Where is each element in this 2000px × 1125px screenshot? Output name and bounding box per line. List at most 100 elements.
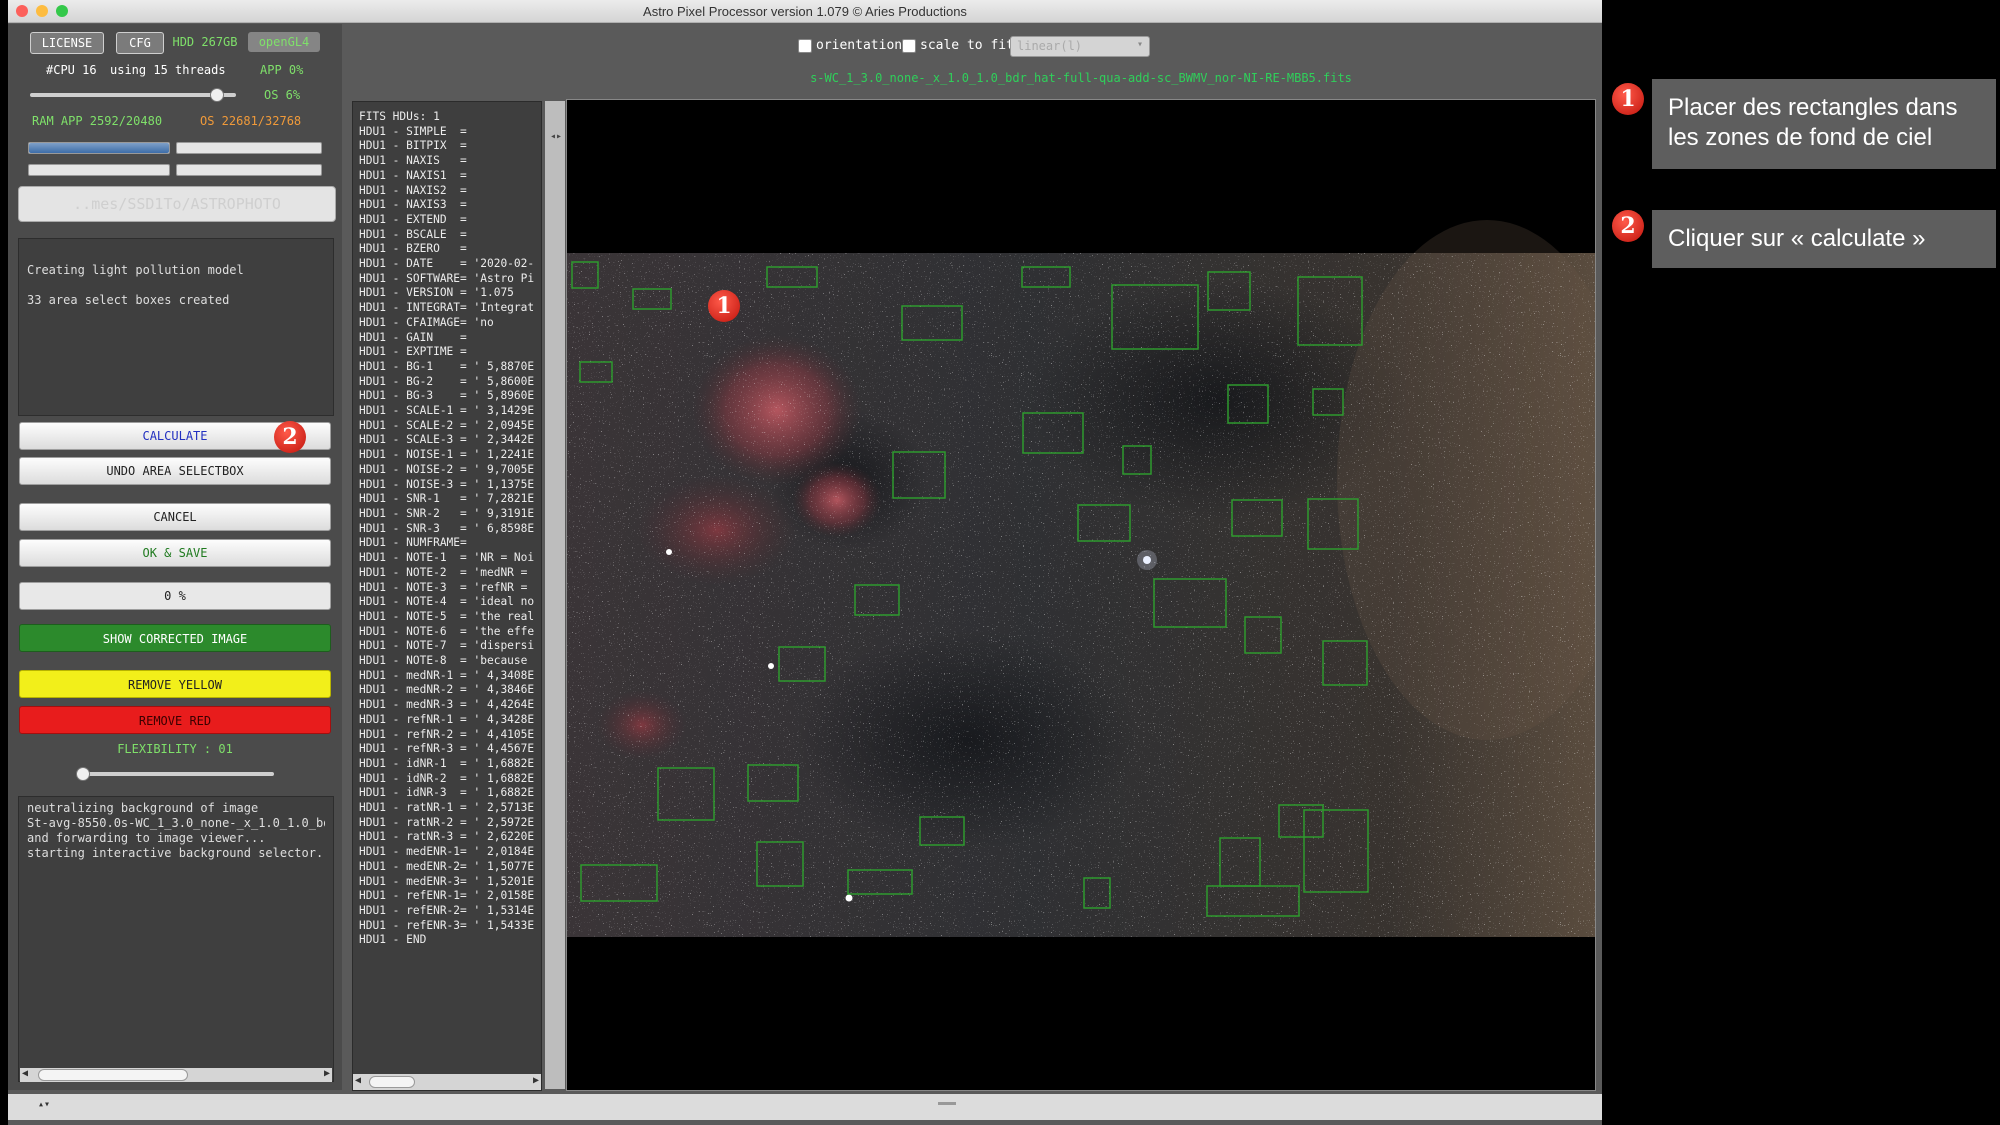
orientation-label: orientation [816, 38, 903, 53]
thread-slider-handle[interactable] [210, 88, 224, 102]
fits-header-line: HDU1 - idNR-3 = ' 1,6882E [359, 786, 535, 800]
fits-header-line: HDU1 - refNR-3 = ' 4,4567E [359, 742, 535, 756]
scroll-right-icon[interactable]: ▶ [533, 1075, 539, 1086]
remove-yellow-button[interactable]: REMOVE YELLOW [19, 670, 331, 698]
cpu-app-bar [28, 164, 170, 176]
log-line: starting interactive background selector… [27, 846, 325, 860]
fits-header-line: HDU1 - DATE = '2020-02- [359, 257, 535, 271]
fits-header-line: HDU1 - medENR-2= ' 1,5077E [359, 859, 535, 873]
stretch-value: linear(l) [1017, 39, 1083, 53]
fits-header-line: HDU1 - ratNR-3 = ' 2,6220E [359, 830, 535, 844]
fits-header-line: HDU1 - NAXIS2 = [359, 183, 467, 197]
panel-splitter[interactable]: ◂▸ [545, 101, 565, 1089]
resize-handle-icon[interactable]: ▴▾ [38, 1099, 50, 1110]
undo-area-selectbox-button[interactable]: UNDO AREA SELECTBOX [19, 457, 331, 485]
fits-header-line: HDU1 - EXPTIME = [359, 345, 467, 359]
image-filename: s-WC_1_3.0_none-_x_1.0_1.0_bdr_hat-full-… [810, 71, 1352, 85]
callout-badge-2: 2 [1612, 210, 1644, 242]
status-bar: ▴▾ [8, 1094, 1602, 1120]
fits-header-line: HDU1 - SCALE-2 = ' 2,0945E [359, 418, 535, 432]
thread-count: using 15 threads [110, 63, 226, 77]
show-corrected-image-button[interactable]: SHOW CORRECTED IMAGE [19, 624, 331, 652]
fits-header-line: HDU1 - ratNR-1 = ' 2,5713E [359, 801, 535, 815]
remove-red-button[interactable]: REMOVE RED [19, 706, 331, 734]
callout-badge-1: 1 [1612, 83, 1644, 115]
working-directory-field[interactable]: ..mes/SSD1To/ASTROPHOTO [18, 186, 336, 222]
log-line: 33 area select boxes created [27, 293, 230, 307]
fits-header-line: HDU1 - idNR-2 = ' 1,6882E [359, 771, 535, 785]
drag-handle-icon[interactable] [938, 1102, 956, 1105]
flexibility-slider-track[interactable] [78, 772, 274, 776]
opengl-button[interactable]: openGL4 [248, 32, 320, 52]
scroll-left-icon[interactable]: ◀ [355, 1075, 361, 1086]
fits-header-line: HDU1 - INTEGRAT= 'Integrat [359, 301, 535, 315]
fits-header-line: HDU1 - NAXIS3 = [359, 198, 467, 212]
astro-image[interactable] [567, 100, 1595, 1090]
scroll-right-icon[interactable]: ▶ [324, 1068, 330, 1079]
fits-header-line: HDU1 - VERSION = '1.075 [359, 286, 514, 300]
step-badge-2: 2 [274, 421, 306, 453]
fits-header-line: HDU1 - medENR-1= ' 2,0184E [359, 845, 535, 859]
ram-app-bar [28, 142, 170, 154]
image-viewer[interactable] [566, 99, 1596, 1091]
fits-header-line: HDU1 - SNR-2 = ' 9,3191E [359, 506, 535, 520]
fits-header-line: HDU1 - SNR-3 = ' 6,8598E [359, 521, 535, 535]
scale-to-fit-label: scale to fit [920, 38, 1014, 53]
fits-header-line: HDU1 - NOISE-2 = ' 9,7005E [359, 462, 535, 476]
ram-os-usage: OS 22681/32768 [200, 114, 302, 128]
ram-os-bar [176, 142, 322, 154]
fits-header-line: HDU1 - refENR-1= ' 2,0158E [359, 889, 535, 903]
orientation-checkbox[interactable] [798, 39, 812, 53]
fits-header-line: HDU1 - SNR-1 = ' 7,2821E [359, 492, 535, 506]
fits-header-line: HDU1 - CFAIMAGE= 'no [359, 315, 494, 329]
app-cpu-usage: APP 0% [260, 63, 304, 77]
scrollbar-thumb[interactable] [38, 1069, 188, 1081]
fits-header-line: HDU1 - GAIN = [359, 330, 467, 344]
window-title: Astro Pixel Processor version 1.079 © Ar… [643, 4, 967, 19]
header-horizontal-scrollbar[interactable]: ◀ ▶ [353, 1074, 541, 1090]
license-button[interactable]: LICENSE [30, 32, 104, 54]
instruction-callout-1: Placer des rectangles dans les zones de … [1652, 79, 1996, 169]
log-line: and forwarding to image viewer... [27, 831, 266, 845]
fits-header-line: HDU1 - NOISE-1 = ' 1,2241E [359, 448, 535, 462]
fits-header-line: HDU1 - SIMPLE = [359, 124, 467, 138]
fits-header-line: HDU1 - EXTEND = [359, 212, 467, 226]
fits-header-line: HDU1 - NOISE-3 = ' 1,1375E [359, 477, 535, 491]
fits-header-line: HDU1 - SOFTWARE= 'Astro Pi [359, 271, 535, 285]
ok-save-button[interactable]: OK & SAVE [19, 539, 331, 567]
fits-header-line: HDU1 - BSCALE = [359, 227, 467, 241]
fits-header-line: HDU1 - END [359, 933, 427, 947]
fits-header-line: HDU1 - NAXIS1 = [359, 168, 467, 182]
fits-header-line: HDU1 - NOTE-8 = 'because [359, 654, 528, 668]
log-line: Creating light pollution model [27, 263, 244, 277]
log-line: St-avg-8550.0s-WC_1_3.0_none-_x_1.0_1.0_… [27, 816, 325, 830]
fits-header-line: HDU1 - BG-3 = ' 5,8960E [359, 389, 535, 403]
thread-slider-track[interactable] [30, 93, 236, 97]
stretch-dropdown[interactable]: linear(l) ▾ [1010, 36, 1150, 57]
flexibility-label: FLEXIBILITY : 01 [117, 742, 233, 756]
os-cpu-usage: OS 6% [264, 88, 301, 102]
fits-header-line: FITS HDUs: 1 [359, 110, 440, 123]
fits-header-line: HDU1 - BG-2 = ' 5,8600E [359, 374, 535, 388]
fits-header-line: HDU1 - idNR-1 = ' 1,6882E [359, 756, 535, 770]
fits-header-line: HDU1 - NOTE-7 = 'dispersi [359, 639, 535, 653]
fits-header-line: HDU1 - SCALE-1 = ' 3,1429E [359, 404, 535, 418]
chevron-down-icon: ▾ [1136, 39, 1143, 50]
fits-header-line: HDU1 - ratNR-2 = ' 2,5972E [359, 815, 535, 829]
collapse-panel-icon[interactable]: ◂▸ [550, 131, 562, 142]
fits-header-line: HDU1 - medNR-2 = ' 4,3846E [359, 683, 535, 697]
cfg-button[interactable]: CFG [116, 32, 164, 54]
title-bar: Astro Pixel Processor version 1.079 © Ar… [8, 0, 1602, 23]
fits-header-line: HDU1 - medNR-1 = ' 4,3408E [359, 668, 535, 682]
step-badge-1: 1 [708, 290, 740, 322]
log-horizontal-scrollbar[interactable]: ◀ ▶ [20, 1068, 332, 1082]
hdd-status: HDD 267GB [172, 35, 238, 49]
cancel-button[interactable]: CANCEL [19, 503, 331, 531]
fits-header-line: HDU1 - BITPIX = [359, 139, 467, 153]
instruction-callout-2: Cliquer sur « calculate » [1652, 210, 1996, 268]
scale-to-fit-checkbox[interactable] [902, 39, 916, 53]
scrollbar-thumb[interactable] [369, 1076, 415, 1088]
scroll-left-icon[interactable]: ◀ [22, 1068, 28, 1079]
flexibility-slider-handle[interactable] [75, 767, 90, 781]
fits-header-line: HDU1 - NOTE-4 = 'ideal no [359, 595, 535, 609]
